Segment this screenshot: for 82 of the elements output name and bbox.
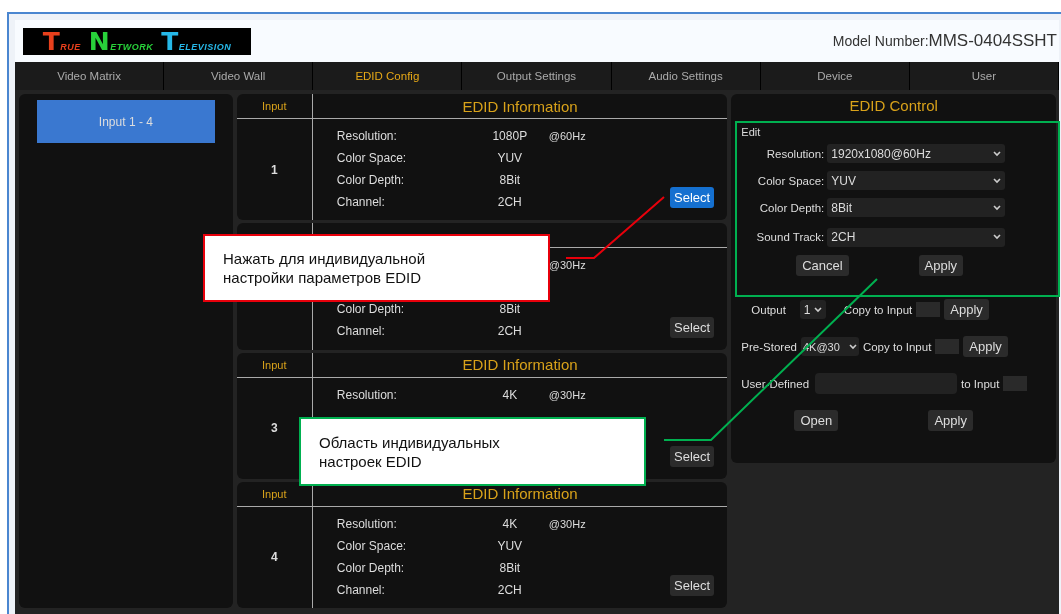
field-label: Color Space: bbox=[757, 174, 825, 187]
refresh-rate: @60Hz bbox=[548, 130, 586, 142]
input-column-label: Input bbox=[262, 487, 287, 500]
select-button[interactable]: Select bbox=[670, 316, 715, 338]
edit-label: Edit bbox=[741, 126, 762, 138]
dropdown[interactable]: YUV bbox=[827, 171, 1006, 190]
field-label: Channel: bbox=[336, 582, 385, 597]
card-title: EDID Information bbox=[462, 356, 578, 373]
select-button[interactable]: Select bbox=[670, 575, 715, 596]
field-value: 4K bbox=[502, 516, 518, 531]
select-button[interactable]: Select bbox=[670, 187, 715, 209]
input-number: 3 bbox=[270, 421, 278, 436]
field-label: Color Depth: bbox=[336, 173, 405, 187]
input-field[interactable] bbox=[1003, 376, 1028, 391]
refresh-rate: @30Hz bbox=[548, 388, 586, 401]
model-number: MMS-0404SSHT bbox=[928, 31, 1057, 51]
field-label: Resolution: bbox=[336, 387, 397, 402]
to-input-label: to Input bbox=[961, 377, 1000, 390]
field-label: Color Depth: bbox=[336, 302, 405, 317]
field-value: 8Bit bbox=[499, 173, 521, 187]
callout-note: Область индивидуальных настроек EDID bbox=[299, 417, 646, 486]
chevron-icon bbox=[993, 234, 1002, 240]
output-dropdown[interactable]: 1 bbox=[799, 300, 826, 319]
field-label: Channel: bbox=[336, 324, 385, 339]
dropdown[interactable]: 8Bit bbox=[827, 198, 1006, 217]
chevron-icon bbox=[993, 204, 1002, 211]
input-number: 4 bbox=[270, 550, 278, 565]
copy-to-input-label: Copy to Input bbox=[862, 340, 932, 353]
model-label: Model Number: bbox=[832, 33, 929, 49]
apply-button[interactable]: Apply bbox=[928, 410, 973, 431]
input-field[interactable] bbox=[916, 302, 941, 317]
input-number: 1 bbox=[270, 162, 278, 177]
dropdown[interactable]: 2CH bbox=[827, 227, 1006, 247]
field-value: YUV bbox=[497, 151, 523, 165]
apply-button[interactable]: Apply bbox=[963, 336, 1008, 357]
chevron-icon bbox=[993, 150, 1002, 157]
open-button[interactable]: Open bbox=[794, 410, 839, 431]
callout-note: Нажать для индивидуальной настройки параметров EDID bbox=[203, 234, 550, 302]
refresh-rate: @30Hz bbox=[548, 517, 586, 530]
field-value: 8Bit bbox=[499, 560, 521, 575]
chevron-icon bbox=[848, 343, 857, 350]
pre-stored-label: Pre-Stored bbox=[741, 340, 797, 353]
nav-tab[interactable]: Output Settings bbox=[462, 62, 612, 90]
chevron-icon bbox=[993, 177, 1002, 184]
field-label: Resolution: bbox=[766, 147, 825, 160]
nav-tab[interactable]: User bbox=[909, 62, 1059, 90]
field-label: Resolution: bbox=[336, 516, 397, 531]
field-label: Sound Track: bbox=[756, 231, 825, 243]
field-value: 8Bit bbox=[499, 302, 521, 317]
nav-tab[interactable]: Device bbox=[760, 62, 910, 90]
nav-tab[interactable]: Video Wall bbox=[164, 62, 314, 90]
nav-tab[interactable]: EDID Config bbox=[313, 62, 463, 90]
cancel-button[interactable]: Cancel bbox=[796, 255, 849, 276]
dropdown[interactable]: 1920x1080@60Hz bbox=[827, 144, 1006, 163]
field-value: 2CH bbox=[497, 195, 522, 209]
apply-button[interactable]: Apply bbox=[918, 255, 964, 276]
field-value: 1080P bbox=[492, 129, 528, 143]
nav-tab[interactable]: Video Matrix bbox=[15, 62, 165, 90]
field-label: Color Depth: bbox=[759, 201, 825, 214]
logo: TRUE NETWORK TELEVISION bbox=[23, 27, 251, 55]
input-column-label: Input bbox=[262, 358, 287, 371]
field-label: Color Depth: bbox=[336, 560, 405, 575]
copy-to-input-label: Copy to Input bbox=[843, 303, 913, 316]
panel-title: EDID Control bbox=[848, 96, 939, 116]
field-label: Channel: bbox=[336, 195, 385, 209]
card-title: EDID Information bbox=[462, 97, 578, 115]
field-label: Resolution: bbox=[336, 129, 397, 143]
field-label: Color Space: bbox=[336, 538, 407, 553]
refresh-rate: @30Hz bbox=[548, 259, 586, 272]
field-label: Color Space: bbox=[336, 151, 407, 165]
nav-tab[interactable]: Audio Settings bbox=[611, 62, 761, 90]
select-button[interactable]: Select bbox=[670, 445, 715, 467]
output-label: Output bbox=[750, 303, 786, 316]
chevron-icon bbox=[813, 306, 822, 313]
input-field[interactable] bbox=[935, 339, 960, 354]
apply-button[interactable]: Apply bbox=[944, 299, 989, 320]
card-title: EDID Information bbox=[462, 485, 578, 503]
field-value: 2CH bbox=[497, 324, 522, 339]
input-column-label: Input bbox=[262, 100, 287, 112]
field-value: 2CH bbox=[497, 582, 522, 597]
field-value: 4K bbox=[502, 387, 518, 402]
field-value: YUV bbox=[497, 538, 523, 553]
